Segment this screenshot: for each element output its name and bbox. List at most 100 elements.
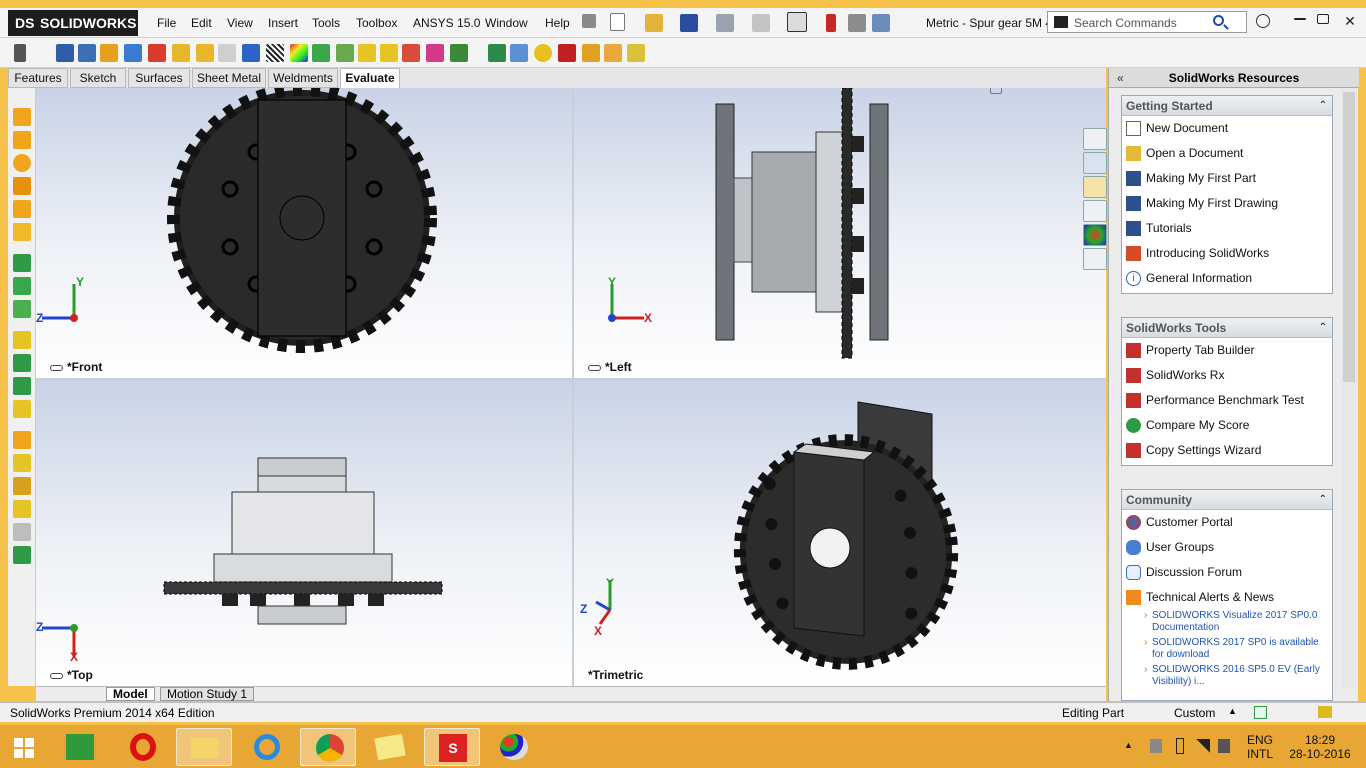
system-clock[interactable]: 18:29 28-10-2016 (1280, 733, 1360, 761)
view-palette-icon[interactable] (1083, 200, 1107, 222)
restore-icon[interactable] (1317, 14, 1329, 24)
minimize-icon[interactable] (1294, 18, 1306, 20)
menu-view[interactable]: View (227, 16, 253, 30)
new-document-icon[interactable] (610, 13, 625, 31)
sensor-icon[interactable] (124, 44, 142, 62)
link-views-icon[interactable] (588, 364, 601, 371)
menu-help[interactable]: Help (545, 16, 570, 30)
paint-icon[interactable] (486, 728, 542, 766)
design-library-icon[interactable] (1083, 152, 1107, 174)
link-technical-alerts[interactable]: Technical Alerts & News (1122, 585, 1332, 610)
appearances-icon[interactable] (1083, 224, 1107, 246)
menu-insert[interactable]: Insert (268, 16, 298, 30)
shell-icon[interactable] (13, 331, 31, 349)
units-dropdown-icon[interactable]: ▲ (1228, 706, 1237, 716)
volume-icon[interactable] (1218, 739, 1230, 753)
statistics-icon[interactable] (148, 44, 166, 62)
menu-tools[interactable]: Tools (312, 16, 340, 30)
design-check-icon[interactable] (534, 44, 552, 62)
reference-geometry-icon[interactable] (13, 454, 31, 472)
wrap-icon[interactable] (13, 377, 31, 395)
print-icon[interactable] (716, 14, 734, 32)
extruded-boss-icon[interactable] (13, 108, 31, 126)
tab-model[interactable]: Model (106, 687, 155, 701)
solidworks-taskbar-icon[interactable]: S (424, 728, 480, 766)
dome-icon[interactable] (13, 546, 31, 564)
link-user-groups[interactable]: User Groups (1122, 535, 1332, 560)
group-header[interactable]: SolidWorks Tools ⌃ (1122, 318, 1332, 338)
link-compare-my-score[interactable]: Compare My Score (1122, 413, 1332, 438)
link-tutorials[interactable]: Tutorials (1122, 216, 1332, 241)
link-views-icon[interactable] (50, 672, 63, 679)
mass-properties-icon[interactable] (78, 44, 96, 62)
curves-icon[interactable] (13, 477, 31, 495)
chamfer-icon[interactable] (13, 277, 31, 295)
extruded-cut-icon[interactable] (13, 223, 31, 241)
menu-toolbox[interactable]: Toolbox (356, 16, 397, 30)
rebuild-icon[interactable] (826, 14, 836, 32)
link-general-information[interactable]: i General Information (1122, 266, 1332, 291)
opera-icon[interactable] (114, 728, 170, 766)
draft-analysis-icon[interactable] (312, 44, 330, 62)
close-icon[interactable]: ✕ (1343, 14, 1357, 28)
boundary-boss-icon[interactable] (13, 200, 31, 218)
search-commands-field[interactable]: Search Commands (1047, 11, 1247, 33)
select-arrow-icon[interactable] (787, 12, 807, 32)
tab-weldments[interactable]: Weldments (268, 68, 338, 88)
driveworksxpress-icon[interactable] (627, 44, 645, 62)
lofted-boss-icon[interactable] (13, 177, 31, 195)
toolbar-options-icon[interactable] (14, 44, 26, 62)
menu-edit[interactable]: Edit (191, 16, 212, 30)
section-properties-icon[interactable] (100, 44, 118, 62)
viewport-top[interactable]: Z X *Top (36, 380, 572, 686)
network-icon[interactable] (1196, 739, 1210, 753)
hole-wizard-icon[interactable] (13, 523, 31, 541)
news-item[interactable]: SOLIDWORKS 2016 SP5.0 EV (Early Visibili… (1122, 664, 1332, 688)
input-language[interactable]: ENG INTL (1240, 733, 1280, 761)
tab-sheet-metal[interactable]: Sheet Metal (192, 68, 266, 88)
draft-icon[interactable] (13, 354, 31, 372)
group-header[interactable]: Community ⌃ (1122, 490, 1332, 510)
compare-documents-icon[interactable] (426, 44, 444, 62)
deviation-analysis-icon[interactable] (242, 44, 260, 62)
parting-line-icon[interactable] (358, 44, 376, 62)
link-views-icon[interactable] (50, 364, 63, 371)
tab-motion-study-1[interactable]: Motion Study 1 (160, 687, 255, 701)
internet-explorer-icon[interactable] (238, 728, 294, 766)
save-icon[interactable] (680, 14, 698, 32)
news-item[interactable]: SOLIDWORKS 2017 SP0 is available for dow… (1122, 637, 1332, 661)
costing-icon[interactable] (488, 44, 506, 62)
file-properties-icon[interactable] (848, 14, 866, 32)
viewport-options-icon[interactable] (990, 88, 1002, 94)
link-customer-portal[interactable]: Customer Portal (1122, 510, 1332, 535)
floxpress-icon[interactable] (582, 44, 600, 62)
action-center-icon[interactable] (1150, 739, 1162, 753)
check-icon[interactable] (172, 44, 190, 62)
pattern-icon[interactable] (13, 400, 31, 418)
sustainability-icon[interactable] (510, 44, 528, 62)
file-explorer-icon[interactable] (176, 728, 232, 766)
link-first-part[interactable]: Making My First Part (1122, 166, 1332, 191)
options-icon[interactable] (872, 14, 890, 32)
units-selector[interactable]: Custom (1174, 706, 1215, 720)
menu-file[interactable]: File (157, 16, 176, 30)
link-introducing-solidworks[interactable]: Introducing SolidWorks (1122, 241, 1332, 266)
show-hidden-icons[interactable]: ▲ (1124, 740, 1133, 750)
revolved-boss-icon[interactable] (13, 131, 31, 149)
help-icon[interactable] (1256, 14, 1270, 28)
swept-boss-icon[interactable] (13, 154, 31, 172)
resources-scrollbar[interactable] (1341, 88, 1357, 688)
news-item[interactable]: SOLIDWORKS Visualize 2017 SP0.0 Document… (1122, 610, 1332, 634)
open-folder-icon[interactable] (645, 14, 663, 32)
collapse-pane-icon[interactable]: « (1117, 71, 1135, 89)
sticky-notes-icon[interactable] (362, 728, 418, 766)
symmetry-check-icon[interactable] (402, 44, 420, 62)
link-open-document[interactable]: Open a Document (1122, 141, 1332, 166)
instant3d-icon[interactable] (13, 500, 31, 518)
home-icon[interactable] (1083, 128, 1107, 150)
geometry-analysis-icon[interactable] (196, 44, 214, 62)
tab-evaluate[interactable]: Evaluate (340, 68, 400, 88)
import-diagnostics-icon[interactable] (218, 44, 236, 62)
dfmxpress-icon[interactable] (604, 44, 622, 62)
group-header[interactable]: Getting Started ⌃ (1122, 96, 1332, 116)
